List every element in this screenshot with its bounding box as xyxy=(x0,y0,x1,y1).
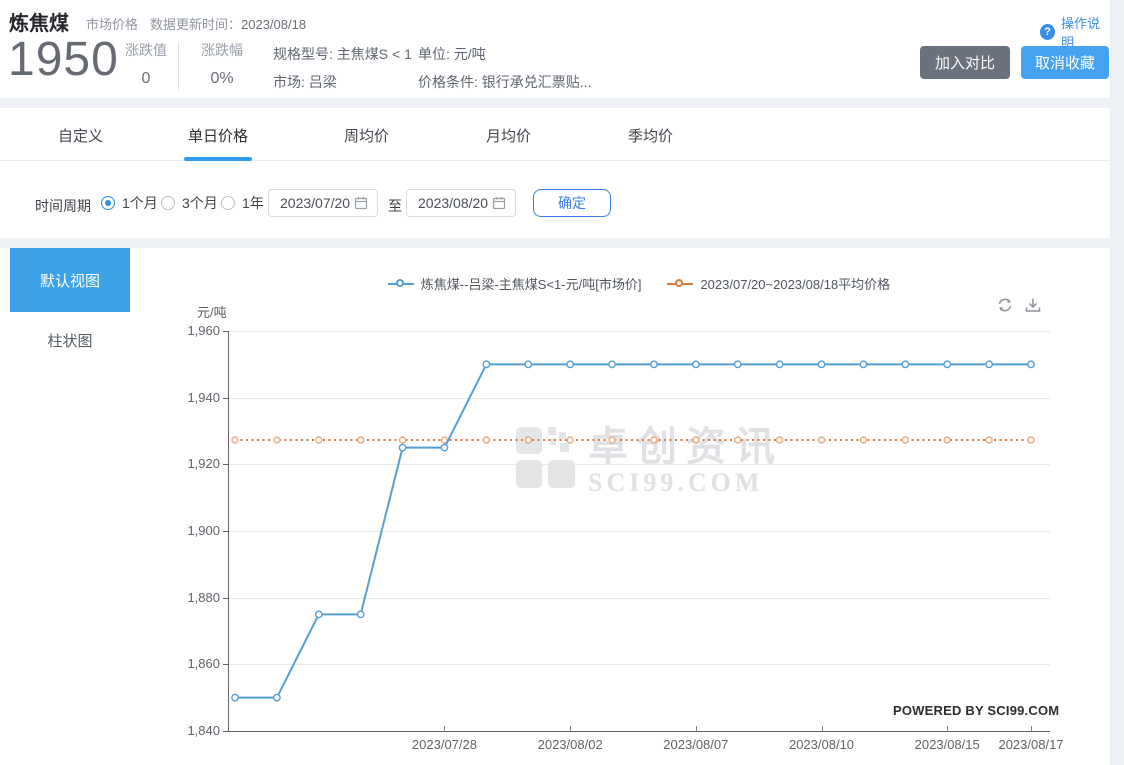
radio-dot[interactable] xyxy=(221,196,235,210)
x-axis-label: 2023/07/28 xyxy=(412,737,477,752)
sidebar-item-default-view[interactable]: 默认视图 xyxy=(10,248,130,312)
legend-average-label: 2023/07/20~2023/08/18平均价格 xyxy=(700,274,890,293)
spec-model: 规格型号: 主焦煤S < 1 xyxy=(273,40,412,68)
y-axis-label: 1,880 xyxy=(152,590,220,605)
calendar-icon xyxy=(492,196,506,210)
period-label: 时间周期 xyxy=(35,196,91,216)
to-label: 至 xyxy=(388,196,402,216)
confirm-button[interactable]: 确定 xyxy=(533,189,611,217)
chart-card: 默认视图 柱状图 炼焦煤--吕梁-主焦煤S<1-元/吨[市场价] 2023/07… xyxy=(0,248,1110,765)
legend-item-series[interactable]: 炼焦煤--吕梁-主焦煤S<1-元/吨[市场价] xyxy=(388,274,642,293)
change-pct-block: 涨跌幅 0% xyxy=(190,40,254,88)
unit-block: 单位: 元/吨 价格条件: 银行承兑汇票贴... xyxy=(418,40,591,96)
radio-1year-label: 1年 xyxy=(242,193,264,213)
price-line-chart xyxy=(228,331,1050,731)
tab-monthly-avg[interactable]: 月均价 xyxy=(486,125,531,146)
change-pct-label: 涨跌幅 xyxy=(190,40,254,60)
divider xyxy=(178,42,179,90)
radio-dot[interactable] xyxy=(101,196,115,210)
radio-dot[interactable] xyxy=(161,196,175,210)
y-axis-label: 1,920 xyxy=(152,456,220,471)
tab-weekly-avg[interactable]: 周均价 xyxy=(344,125,389,146)
y-axis-label: 1,900 xyxy=(152,523,220,538)
calendar-icon xyxy=(354,196,368,210)
header-card: 炼焦煤 市场价格 数据更新时间：2023/08/18 1950 涨跌值 0 涨跌… xyxy=(0,0,1110,98)
change-value-block: 涨跌值 0 xyxy=(114,40,178,88)
sidebar-item-bar-chart[interactable]: 柱状图 xyxy=(10,330,130,351)
tab-daily-price[interactable]: 单日价格 xyxy=(188,125,248,146)
plot-area: 卓创资讯 SCI99.COM 1,9601,9401,9201,9001,880… xyxy=(228,331,1050,731)
x-axis-label: 2023/08/17 xyxy=(998,737,1063,752)
end-date-input[interactable]: 2023/08/20 xyxy=(406,189,516,217)
series-legend-marker xyxy=(388,279,414,289)
spec-market: 市场: 吕梁 xyxy=(273,68,412,96)
radio-3month-label: 3个月 xyxy=(182,193,218,213)
legend-series-label: 炼焦煤--吕梁-主焦煤S<1-元/吨[市场价] xyxy=(421,274,642,293)
x-axis-label: 2023/08/10 xyxy=(789,737,854,752)
tab-bar: 自定义 单日价格 周均价 月均价 季均价 xyxy=(0,108,1110,161)
y-axis-label: 1,840 xyxy=(152,723,220,738)
add-compare-button[interactable]: 加入对比 xyxy=(920,46,1010,79)
spec-condition: 价格条件: 银行承兑汇票贴... xyxy=(418,68,591,96)
question-icon[interactable]: ? xyxy=(1040,24,1055,40)
tab-custom[interactable]: 自定义 xyxy=(58,125,103,146)
average-legend-marker xyxy=(667,279,693,289)
y-axis-label: 1,940 xyxy=(152,390,220,405)
legend-item-average[interactable]: 2023/07/20~2023/08/18平均价格 xyxy=(667,274,890,293)
current-price: 1950 xyxy=(8,32,119,87)
x-axis-label: 2023/08/02 xyxy=(538,737,603,752)
change-value-label: 涨跌值 xyxy=(114,40,178,60)
start-date-input[interactable]: 2023/07/20 xyxy=(268,189,378,217)
y-axis-unit-label: 元/吨 xyxy=(197,302,227,321)
x-axis-line xyxy=(228,731,1050,732)
update-time-label: 数据更新时间： xyxy=(150,17,241,32)
tabs-filter-card: 自定义 单日价格 周均价 月均价 季均价 时间周期 1个月 3个月 1年 202… xyxy=(0,108,1110,238)
y-axis-label: 1,860 xyxy=(152,656,220,671)
change-value: 0 xyxy=(114,70,178,88)
radio-1year[interactable]: 1年 xyxy=(221,193,264,213)
refresh-icon[interactable] xyxy=(996,296,1014,314)
spec-block: 规格型号: 主焦煤S < 1 市场: 吕梁 xyxy=(273,40,412,96)
download-icon[interactable] xyxy=(1024,296,1042,314)
y-axis-label: 1,960 xyxy=(152,323,220,338)
radio-3month[interactable]: 3个月 xyxy=(161,193,218,213)
start-date-value: 2023/07/20 xyxy=(280,195,350,211)
update-time-value: 2023/08/18 xyxy=(241,17,306,32)
active-tab-underline xyxy=(184,157,252,161)
tab-quarterly-avg[interactable]: 季均价 xyxy=(628,125,673,146)
change-pct: 0% xyxy=(190,70,254,88)
price-type-label: 市场价格 xyxy=(86,14,138,33)
x-axis-label: 2023/08/15 xyxy=(915,737,980,752)
update-time: 数据更新时间：2023/08/18 xyxy=(150,14,306,33)
spec-unit: 单位: 元/吨 xyxy=(418,40,591,68)
unfavorite-button[interactable]: 取消收藏 xyxy=(1021,46,1109,79)
radio-1month-label: 1个月 xyxy=(122,193,158,213)
end-date-value: 2023/08/20 xyxy=(418,195,488,211)
y-axis-line xyxy=(228,331,229,731)
chart-legend: 炼焦煤--吕梁-主焦煤S<1-元/吨[市场价] 2023/07/20~2023/… xyxy=(228,274,1050,293)
x-axis-label: 2023/08/07 xyxy=(663,737,728,752)
radio-1month[interactable]: 1个月 xyxy=(101,193,158,213)
